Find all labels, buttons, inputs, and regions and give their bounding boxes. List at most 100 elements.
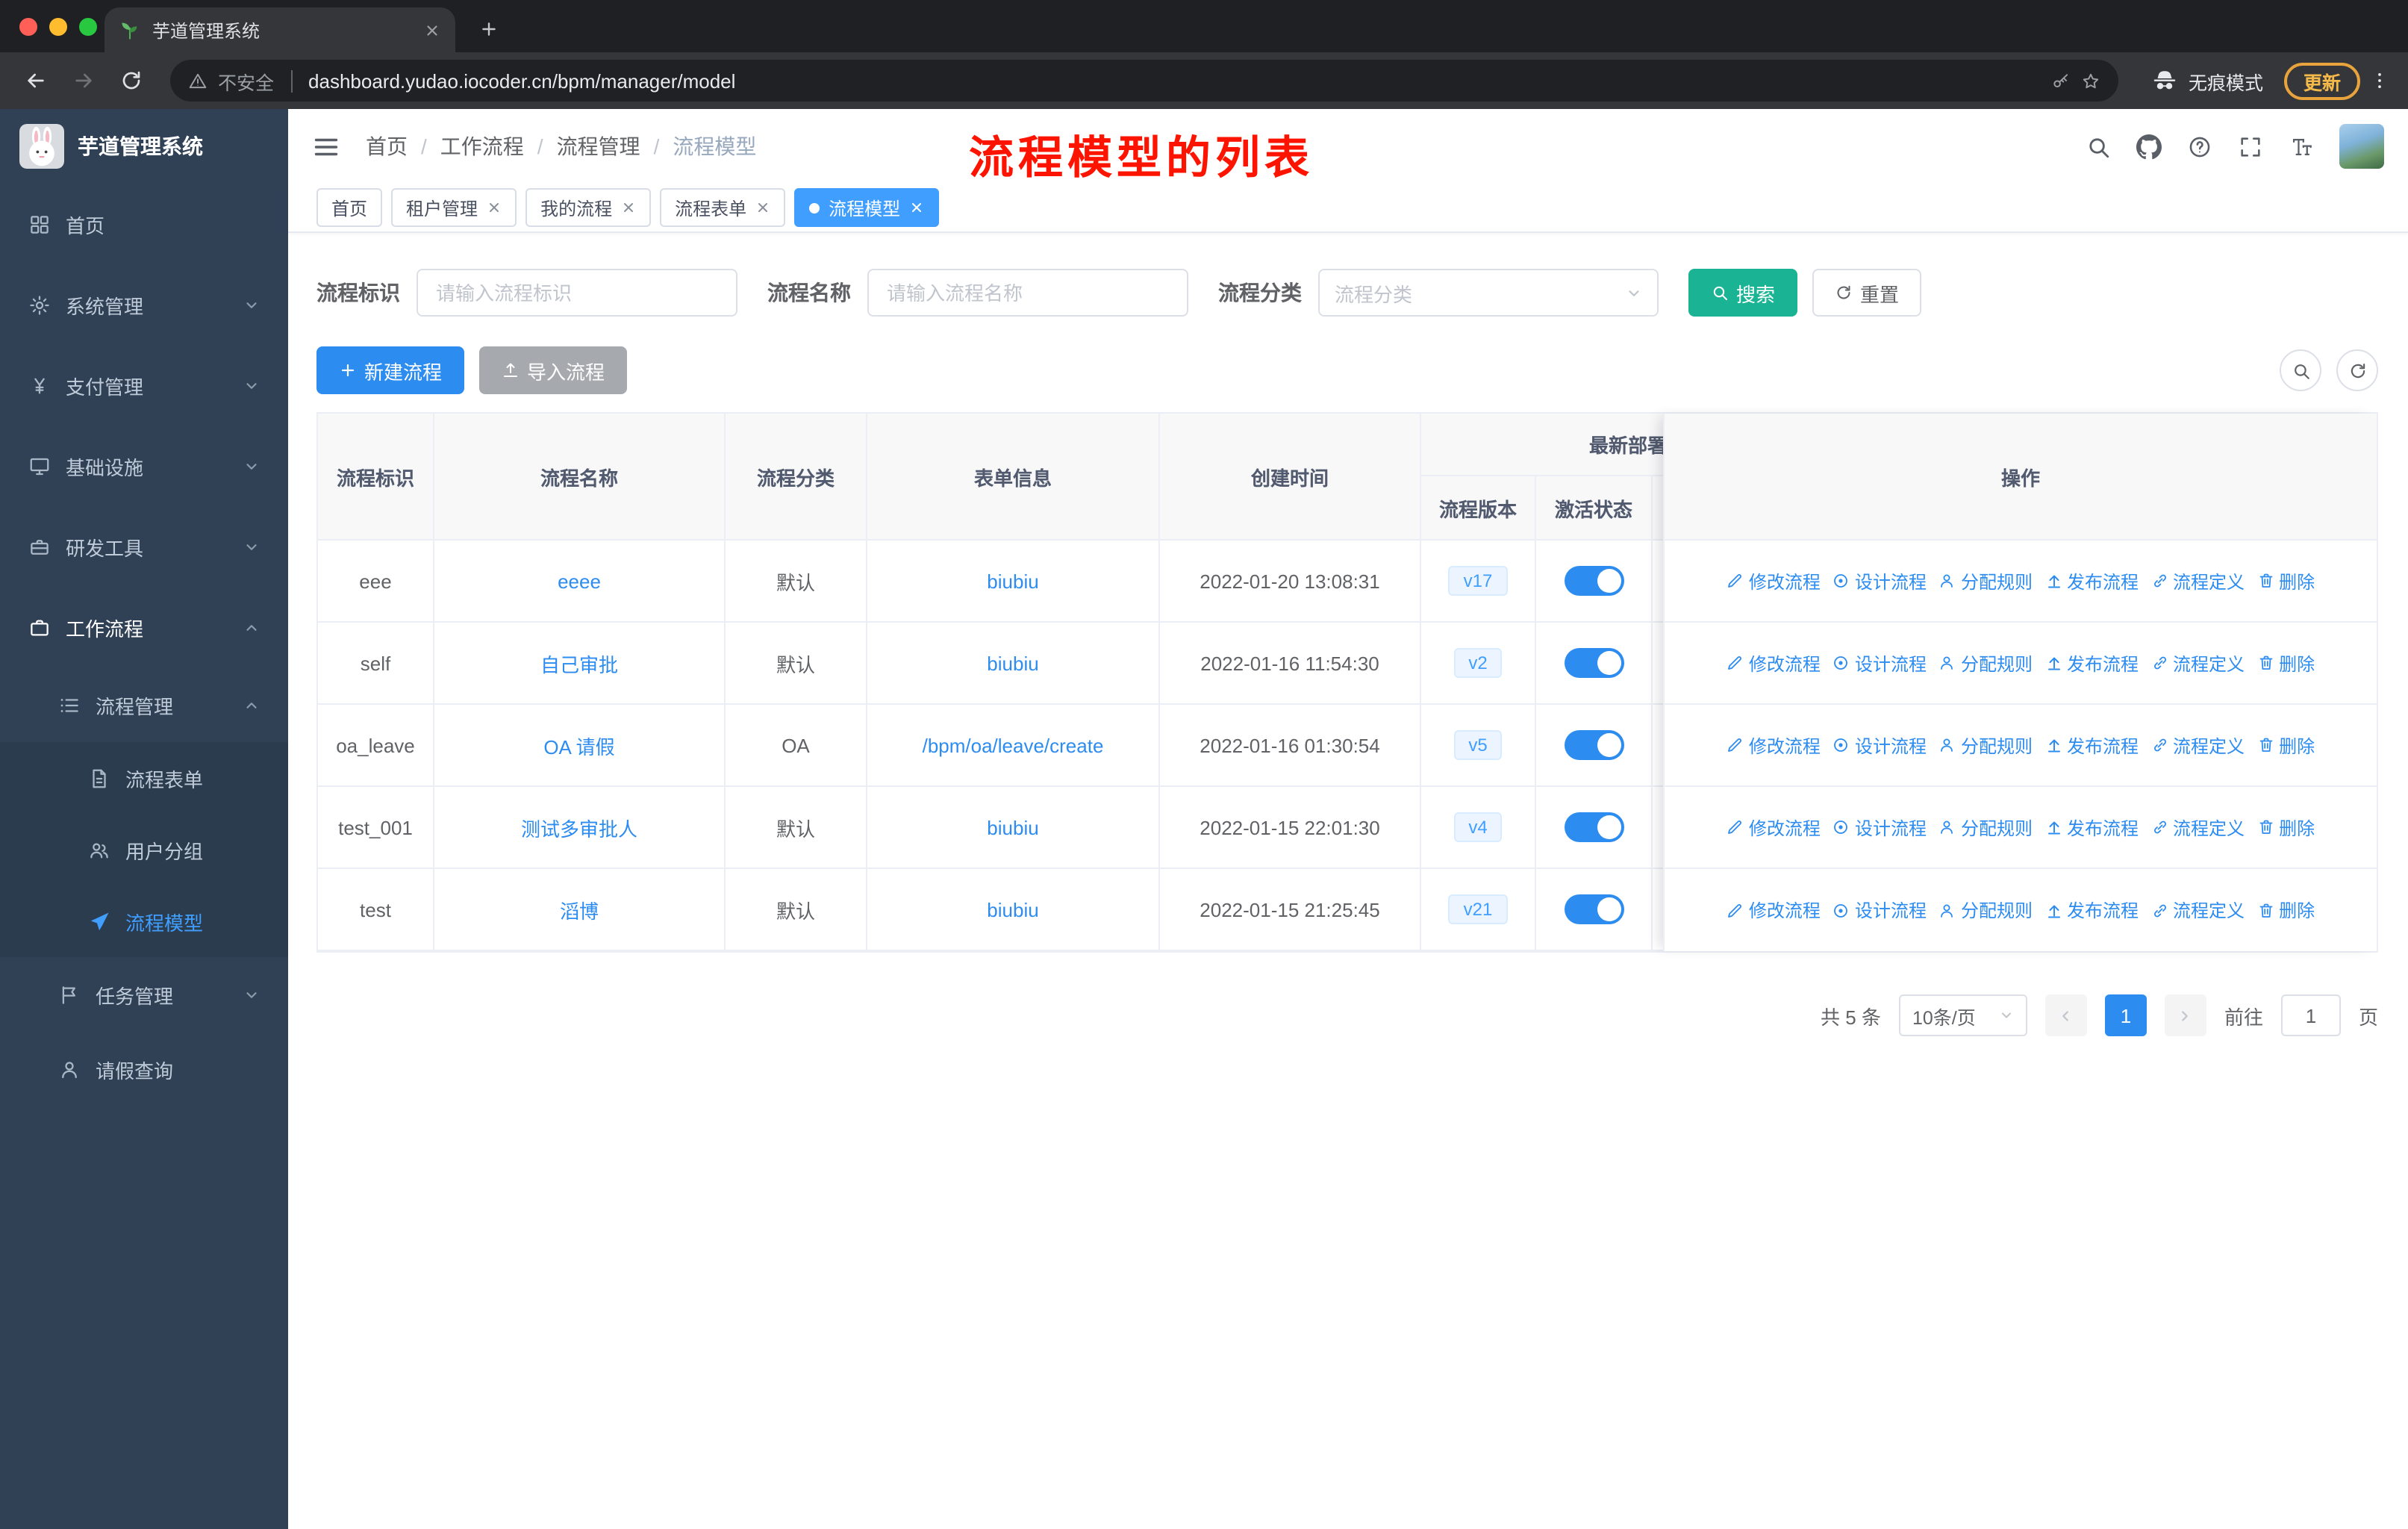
tag-process-model[interactable]: 流程模型 bbox=[794, 188, 940, 227]
process-definition-link[interactable]: 流程定义 bbox=[2150, 815, 2245, 840]
search-button[interactable]: 搜索 bbox=[1688, 269, 1798, 317]
modify-process-link[interactable]: 修改流程 bbox=[1727, 650, 1821, 676]
design-process-link[interactable]: 设计流程 bbox=[1832, 815, 1927, 840]
delete-link[interactable]: 删除 bbox=[2256, 650, 2315, 676]
sidebar-item-leave-query[interactable]: 请假查询 bbox=[0, 1032, 288, 1106]
github-icon[interactable] bbox=[2136, 134, 2162, 159]
fullscreen-icon[interactable] bbox=[2238, 134, 2263, 159]
process-category-select[interactable]: 流程分类 bbox=[1318, 269, 1659, 317]
delete-link[interactable]: 删除 bbox=[2256, 568, 2315, 594]
close-window-button[interactable] bbox=[19, 18, 37, 36]
process-name-input[interactable] bbox=[867, 269, 1188, 317]
modify-process-link[interactable]: 修改流程 bbox=[1727, 568, 1821, 594]
form-info-link[interactable]: /bpm/oa/leave/create bbox=[923, 734, 1104, 756]
publish-process-link[interactable]: 发布流程 bbox=[2044, 650, 2139, 676]
sidebar-item-process-management[interactable]: 流程管理 bbox=[0, 667, 288, 742]
browser-update-button[interactable]: 更新 bbox=[2283, 62, 2360, 99]
design-process-link[interactable]: 设计流程 bbox=[1832, 732, 1927, 758]
sidebar-item-process-form[interactable]: 流程表单 bbox=[0, 742, 288, 814]
process-name-link[interactable]: 测试多审批人 bbox=[521, 813, 637, 841]
modify-process-link[interactable]: 修改流程 bbox=[1727, 897, 1821, 923]
sidebar-item-payment[interactable]: 支付管理 bbox=[0, 345, 288, 426]
design-process-link[interactable]: 设计流程 bbox=[1832, 650, 1927, 676]
sidebar-item-system[interactable]: 系统管理 bbox=[0, 264, 288, 345]
delete-link[interactable]: 删除 bbox=[2256, 732, 2315, 758]
process-definition-link[interactable]: 流程定义 bbox=[2150, 568, 2245, 594]
publish-process-link[interactable]: 发布流程 bbox=[2044, 897, 2139, 923]
modify-process-link[interactable]: 修改流程 bbox=[1727, 815, 1821, 840]
process-id-input[interactable] bbox=[417, 269, 737, 317]
publish-process-link[interactable]: 发布流程 bbox=[2044, 568, 2139, 594]
publish-process-link[interactable]: 发布流程 bbox=[2044, 732, 2139, 758]
active-toggle[interactable] bbox=[1564, 648, 1623, 678]
assign-rule-link[interactable]: 分配规则 bbox=[1938, 732, 2033, 758]
active-toggle[interactable] bbox=[1564, 894, 1623, 924]
process-name-link[interactable]: OA 请假 bbox=[543, 731, 614, 759]
close-icon[interactable] bbox=[621, 200, 636, 215]
process-definition-link[interactable]: 流程定义 bbox=[2150, 897, 2245, 923]
form-info-link[interactable]: biubiu bbox=[987, 652, 1038, 674]
reset-button[interactable]: 重置 bbox=[1812, 269, 1922, 317]
delete-link[interactable]: 删除 bbox=[2256, 897, 2315, 923]
form-info-link[interactable]: biubiu bbox=[987, 816, 1038, 838]
process-name-link[interactable]: eeee bbox=[558, 570, 601, 592]
assign-rule-link[interactable]: 分配规则 bbox=[1938, 897, 2033, 923]
reload-button[interactable] bbox=[110, 60, 152, 102]
process-definition-link[interactable]: 流程定义 bbox=[2150, 732, 2245, 758]
security-label[interactable]: 不安全 bbox=[218, 66, 274, 95]
page-number-1[interactable]: 1 bbox=[2104, 994, 2147, 1036]
browser-menu-button[interactable] bbox=[2366, 70, 2393, 91]
breadcrumb-process-management[interactable]: 流程管理 bbox=[524, 131, 640, 161]
maximize-window-button[interactable] bbox=[79, 18, 97, 36]
sidebar-item-infrastructure[interactable]: 基础设施 bbox=[0, 426, 288, 506]
browser-tab[interactable]: 芋道管理系统 bbox=[105, 7, 455, 52]
back-button[interactable] bbox=[15, 60, 57, 102]
key-icon[interactable] bbox=[2051, 71, 2071, 90]
window-controls[interactable] bbox=[19, 18, 97, 36]
breadcrumb-home[interactable]: 首页 bbox=[366, 131, 408, 161]
sidebar-item-task-management[interactable]: 任务管理 bbox=[0, 957, 288, 1032]
help-icon[interactable] bbox=[2187, 134, 2212, 159]
refresh-table-button[interactable] bbox=[2336, 349, 2378, 391]
design-process-link[interactable]: 设计流程 bbox=[1832, 897, 1927, 923]
font-size-icon[interactable] bbox=[2289, 134, 2314, 159]
address-bar[interactable]: 不安全 dashboard.yudao.iocoder.cn/bpm/manag… bbox=[170, 60, 2118, 102]
tag-tenant-management[interactable]: 租户管理 bbox=[391, 188, 517, 227]
bookmark-star-icon[interactable] bbox=[2081, 71, 2100, 90]
close-icon[interactable] bbox=[755, 200, 770, 215]
close-tab-icon[interactable] bbox=[424, 22, 440, 38]
close-icon[interactable] bbox=[487, 200, 502, 215]
form-info-link[interactable]: biubiu bbox=[987, 570, 1038, 592]
search-icon[interactable] bbox=[2086, 134, 2111, 159]
user-avatar[interactable] bbox=[2339, 124, 2384, 169]
page-size-select[interactable]: 10条/页 bbox=[1898, 994, 2027, 1036]
assign-rule-link[interactable]: 分配规则 bbox=[1938, 568, 2033, 594]
tag-process-form[interactable]: 流程表单 bbox=[660, 188, 786, 227]
sidebar-item-workflow[interactable]: 工作流程 bbox=[0, 587, 288, 667]
publish-process-link[interactable]: 发布流程 bbox=[2044, 815, 2139, 840]
design-process-link[interactable]: 设计流程 bbox=[1832, 568, 1927, 594]
active-toggle[interactable] bbox=[1564, 730, 1623, 760]
assign-rule-link[interactable]: 分配规则 bbox=[1938, 815, 2033, 840]
tag-my-process[interactable]: 我的流程 bbox=[525, 188, 652, 227]
page-goto-input[interactable] bbox=[2280, 994, 2341, 1036]
next-page-button[interactable] bbox=[2164, 994, 2206, 1036]
sidebar-item-devtools[interactable]: 研发工具 bbox=[0, 506, 288, 587]
toggle-search-button[interactable] bbox=[2280, 349, 2321, 391]
assign-rule-link[interactable]: 分配规则 bbox=[1938, 650, 2033, 676]
forward-button[interactable] bbox=[63, 60, 105, 102]
minimize-window-button[interactable] bbox=[49, 18, 67, 36]
process-name-link[interactable]: 滔博 bbox=[560, 895, 599, 924]
active-toggle[interactable] bbox=[1564, 812, 1623, 842]
process-definition-link[interactable]: 流程定义 bbox=[2150, 650, 2245, 676]
active-toggle[interactable] bbox=[1564, 566, 1623, 596]
import-process-button[interactable]: 导入流程 bbox=[479, 346, 628, 394]
close-icon[interactable] bbox=[909, 200, 924, 215]
new-tab-button[interactable] bbox=[470, 10, 506, 46]
create-process-button[interactable]: 新建流程 bbox=[316, 346, 465, 394]
tag-home[interactable]: 首页 bbox=[316, 188, 383, 227]
sidebar-item-user-group[interactable]: 用户分组 bbox=[0, 814, 288, 885]
delete-link[interactable]: 删除 bbox=[2256, 815, 2315, 840]
breadcrumb-workflow[interactable]: 工作流程 bbox=[408, 131, 524, 161]
sidebar-item-home[interactable]: 首页 bbox=[0, 184, 288, 264]
